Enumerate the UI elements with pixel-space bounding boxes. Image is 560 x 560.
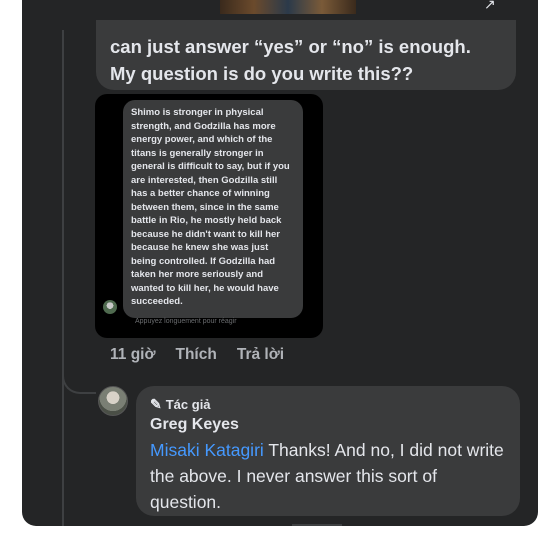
comment-bubble[interactable]: can just answer “yes” or “no” is enough.… — [96, 20, 516, 90]
avatar[interactable] — [98, 386, 128, 416]
more-icon[interactable]: ↗ — [484, 0, 496, 13]
attached-screenshot[interactable]: Shimo is stronger in physical strength, … — [95, 94, 323, 338]
screenshot-message-bubble: Shimo is stronger in physical strength, … — [123, 100, 303, 318]
comment-actions: 11 giờ Thích Trả lời — [110, 346, 284, 364]
divider — [292, 524, 342, 526]
author-badge: ✎ Tác giả — [150, 394, 506, 414]
like-button[interactable]: Thích — [176, 346, 217, 364]
reply-text: Misaki Katagiri Thanks! And no, I did no… — [150, 437, 506, 515]
author-badge-label: Tác giả — [165, 396, 211, 412]
thread-line — [62, 30, 64, 526]
reply-button[interactable]: Trả lời — [237, 346, 284, 364]
comment-thread-panel: ↗ can just answer “yes” or “no” is enoug… — [22, 0, 538, 526]
comment-text-line: can just answer “yes” or “no” is enough. — [110, 36, 471, 57]
avatar — [103, 300, 117, 314]
reply-bubble[interactable]: ✎ Tác giả Greg Keyes Misaki Katagiri Tha… — [136, 386, 520, 516]
pencil-icon: ✎ — [150, 395, 162, 412]
post-image-strip[interactable] — [220, 0, 356, 14]
timestamp[interactable]: 11 giờ — [110, 346, 156, 364]
reply-author-name[interactable]: Greg Keyes — [150, 415, 506, 435]
comment-text-line: My question is do you write this?? — [110, 63, 414, 84]
mention-link[interactable]: Misaki Katagiri — [150, 440, 264, 460]
thread-connector — [62, 360, 96, 394]
screenshot-hint: Appuyez longuement pour réagir — [135, 318, 237, 325]
